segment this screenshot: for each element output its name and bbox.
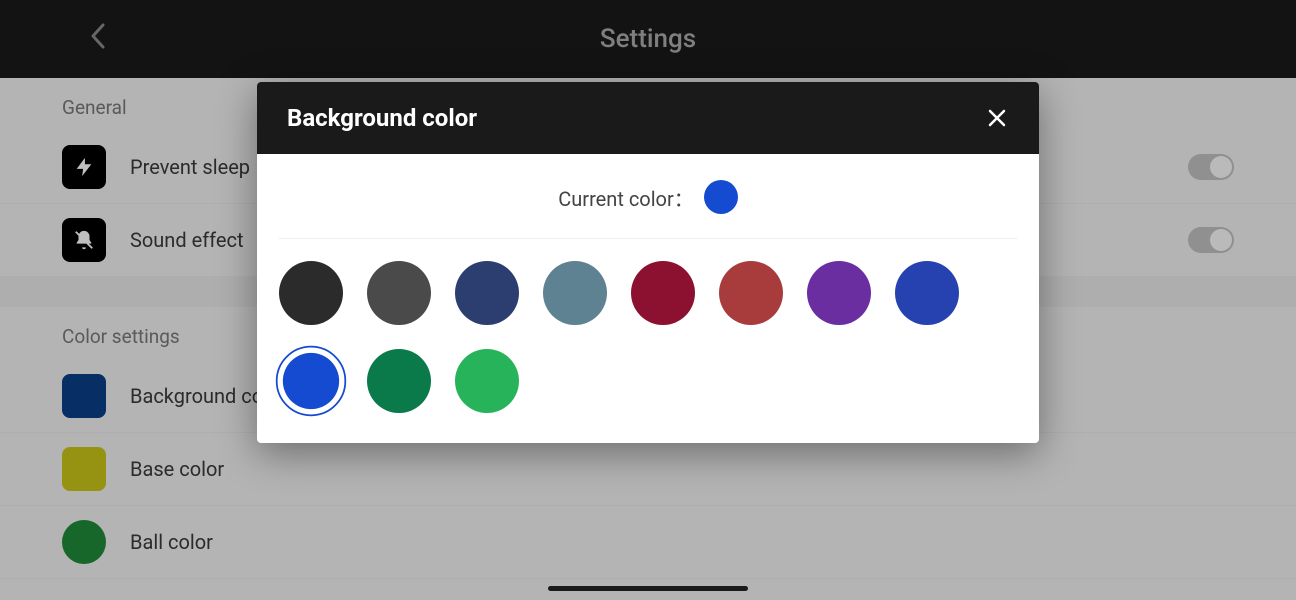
palette-color-4[interactable]	[631, 261, 695, 325]
background-color-modal: Background color Current color：	[257, 82, 1039, 443]
current-color-label: Current color：	[558, 183, 694, 212]
palette-color-8[interactable]	[283, 353, 339, 409]
modal-header: Background color	[257, 82, 1039, 154]
modal-body: Current color：	[257, 154, 1039, 443]
modal-title: Background color	[287, 104, 477, 132]
modal-overlay[interactable]: Background color Current color：	[0, 0, 1296, 600]
palette-color-1[interactable]	[367, 261, 431, 325]
palette-color-0[interactable]	[279, 261, 343, 325]
palette-color-5[interactable]	[719, 261, 783, 325]
close-icon[interactable]	[985, 106, 1009, 130]
palette-color-10[interactable]	[455, 349, 519, 413]
palette-color-6[interactable]	[807, 261, 871, 325]
current-color-row: Current color：	[279, 180, 1017, 239]
home-indicator	[548, 586, 748, 591]
palette-color-7[interactable]	[895, 261, 959, 325]
current-color-dot	[704, 180, 738, 214]
palette-color-2[interactable]	[455, 261, 519, 325]
color-palette	[279, 239, 1017, 413]
palette-color-3[interactable]	[543, 261, 607, 325]
palette-color-9[interactable]	[367, 349, 431, 413]
